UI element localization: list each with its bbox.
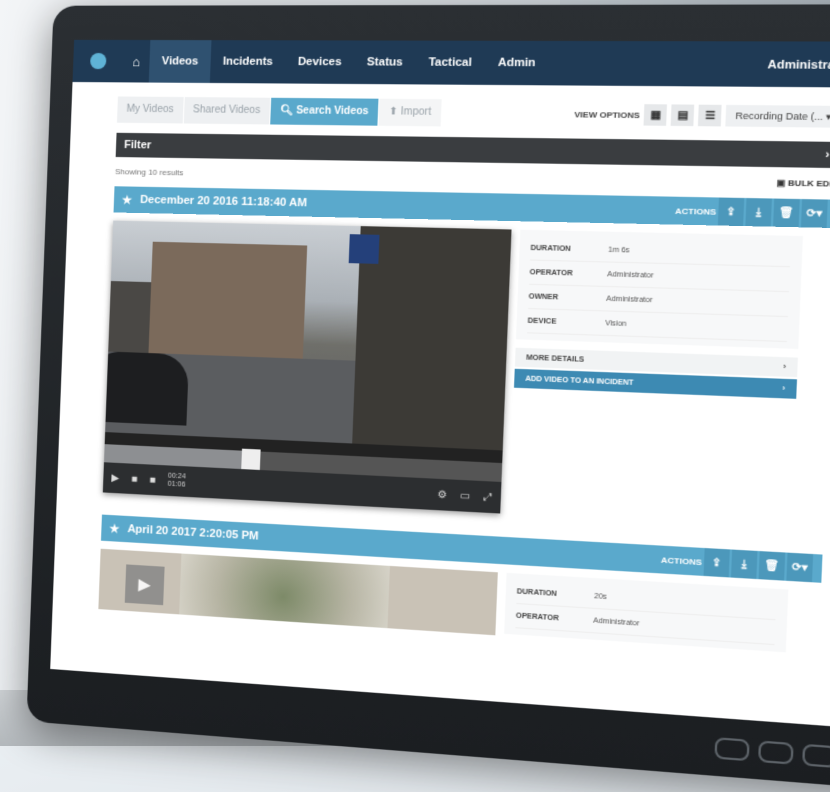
nav-item-status[interactable]: Status (353, 40, 416, 84)
search-icon: 🔍︎ (279, 105, 297, 117)
play-icon[interactable]: ▶ (111, 472, 119, 483)
refresh-icon[interactable]: ⟳▾ (800, 199, 828, 228)
results-count: Showing 10 results (114, 167, 184, 178)
results-meta: Showing 10 results ▣ BULK EDIT (115, 167, 830, 189)
top-nav: ⌂ Videos Incidents Devices Status Tactic… (72, 39, 830, 88)
import-icon: ⬆ (388, 106, 401, 118)
play-icon[interactable]: ▶ (124, 564, 165, 606)
record-date: December 20 2016 11:18:40 AM (139, 193, 308, 210)
record-details: DURATION 20s OPERATOR Administrator (504, 572, 789, 655)
user-name: Administrator (767, 58, 830, 72)
details-panel: DURATION 20s OPERATOR Administrator (504, 572, 789, 653)
star-icon[interactable]: ★ (109, 522, 119, 536)
actions-label: ACTIONS (674, 205, 717, 217)
delete-icon[interactable]: 🗑︎ (758, 551, 786, 581)
chevron-right-icon: › (825, 148, 830, 162)
download-icon[interactable]: ⤓ (745, 198, 772, 227)
video-frame (105, 220, 512, 451)
download-icon[interactable]: ⤓ (730, 549, 758, 580)
main-content: My Videos Shared Videos 🔍︎ Search Videos… (53, 82, 830, 660)
screen-icon[interactable]: ▭ (460, 490, 471, 502)
record-actions: ACTIONS ⇪ ⤓ 🗑︎ ⟳▾ (675, 197, 828, 228)
grid-view-icon[interactable]: ▦ (643, 104, 668, 126)
stop-icon[interactable]: ■ (131, 473, 138, 484)
user-menu[interactable]: Administrator 👤▾ (767, 57, 830, 72)
share-icon[interactable]: ⇪ (717, 197, 745, 227)
nav-item-tactical[interactable]: Tactical (415, 41, 486, 85)
tile-view-icon[interactable]: ▤ (671, 104, 695, 127)
bulk-edit-button[interactable]: ▣ BULK EDIT (776, 178, 830, 189)
share-icon[interactable]: ⇪ (703, 548, 730, 578)
list-view-icon[interactable]: ☰ (698, 104, 723, 127)
screen: ⌂ Videos Incidents Devices Status Tactic… (50, 39, 830, 730)
nav-item-incidents[interactable]: Incidents (210, 40, 286, 83)
record-details: DURATION 1m 6s OPERATOR Administrator OW… (509, 229, 803, 529)
nav-item-videos[interactable]: Videos (148, 40, 212, 83)
record-header: ★ December 20 2016 11:18:40 AM ACTIONS ⇪… (113, 186, 830, 229)
record-date: April 20 2017 2:20:05 PM (127, 523, 259, 543)
filter-label: Filter (123, 138, 152, 152)
monitor-button[interactable] (714, 737, 750, 762)
monitor-button[interactable] (802, 743, 830, 769)
tab-search-videos[interactable]: 🔍︎ Search Videos (270, 97, 380, 126)
view-options-label: VIEW OPTIONS (574, 109, 641, 120)
video-player[interactable]: ▶ ■ ■ 00:24 01:06 ⚙ ▭ ⤢ (102, 220, 512, 514)
nav-item-devices[interactable]: Devices (284, 40, 355, 84)
actions-label: ACTIONS (660, 554, 703, 567)
nav-item-admin[interactable]: Admin (484, 41, 550, 86)
chevron-right-icon: › (782, 384, 786, 393)
record-actions: ACTIONS ⇪ ⤓ 🗑︎ ⟳▾ (660, 546, 814, 583)
settings-icon[interactable]: ⚙ (437, 489, 447, 501)
app-logo[interactable] (73, 40, 125, 83)
monitor-bezel: ⌂ Videos Incidents Devices Status Tactic… (26, 4, 830, 792)
view-options: VIEW OPTIONS ▦ ▤ ☰ Recording Date (... ▾ (574, 104, 830, 128)
time-total: 01:06 (167, 480, 186, 489)
record-body: ▶ ■ ■ 00:24 01:06 ⚙ ▭ ⤢ DURATION 1m 6s O… (102, 220, 830, 531)
tab-import[interactable]: ⬆ Import (378, 98, 443, 127)
monitor-button[interactable] (758, 740, 794, 765)
tab-shared-videos[interactable]: Shared Videos (183, 97, 272, 125)
monitor-buttons (714, 737, 830, 771)
tab-my-videos[interactable]: My Videos (116, 96, 185, 124)
fullscreen-icon[interactable]: ⤢ (483, 491, 492, 503)
details-panel: DURATION 1m 6s OPERATOR Administrator OW… (515, 229, 803, 349)
chevron-right-icon: › (783, 363, 787, 371)
time-display: 00:24 01:06 (167, 473, 185, 490)
filter-bar[interactable]: Filter › (115, 132, 830, 169)
home-icon[interactable]: ⌂ (123, 54, 150, 69)
video-thumbnail[interactable]: ▶ (98, 548, 498, 636)
delete-icon[interactable]: 🗑︎ (773, 198, 800, 228)
star-icon[interactable]: ★ (122, 193, 132, 206)
video-tabs: My Videos Shared Videos 🔍︎ Search Videos… (116, 96, 830, 131)
sort-select[interactable]: Recording Date (... ▾ (725, 104, 830, 128)
step-icon[interactable]: ■ (149, 474, 156, 485)
refresh-icon[interactable]: ⟳▾ (786, 552, 814, 583)
